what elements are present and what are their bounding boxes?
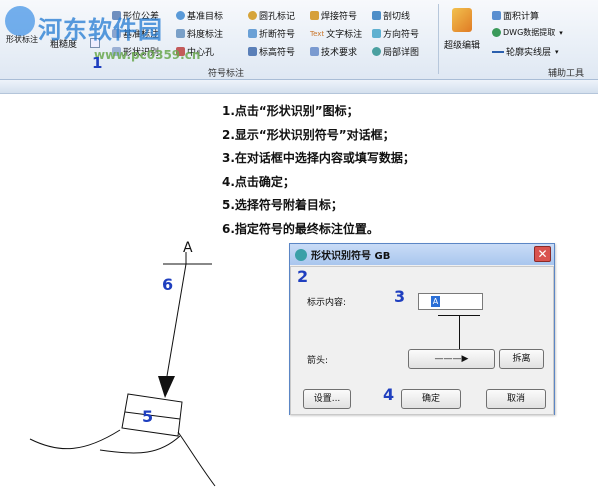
dropdown-arrow-icon: ▾ [555,47,559,56]
separate-button[interactable]: 拆离 [499,349,544,369]
watermark-logo-icon [5,6,35,36]
part-contour-left [29,429,121,450]
super-edit-button[interactable]: 超级编辑 [444,38,480,51]
tech-requirement-button[interactable]: 技术要求 [310,45,357,58]
direction-icon [372,29,381,38]
direction-symbol-button[interactable]: 方向符号 [372,27,419,40]
hole-mark-label: 圆孔标记 [259,12,296,22]
tech-requirement-icon [310,47,319,56]
dwg-extract-icon [492,28,501,37]
section-line-icon [372,11,381,20]
dialog-app-icon [295,248,307,261]
hole-mark-icon [248,11,257,20]
elevation-symbol-button[interactable]: 标高符号 [248,45,295,58]
ok-button[interactable]: 确定 [401,389,461,409]
callout-2: 2 [297,267,309,286]
text-annotate-button[interactable]: Text 文字标注 [310,27,363,41]
datum-target-label: 基准目标 [187,12,224,22]
shape-identify-dialog: 形状识别符号 GB ✕ 2 标示内容: 3 A 箭头: ———▶ 拆离 设置..… [289,243,555,415]
callout-5: 5 [142,407,154,426]
symbol-letter: A [183,240,193,256]
elevation-symbol-label: 标高符号 [259,48,296,58]
slope-icon [176,29,185,38]
area-calc-icon [492,11,501,20]
text-icon: Text [310,29,325,38]
callout-6: 6 [162,275,174,294]
callout-1: 1 [92,54,103,72]
dropdown-arrow-icon: ▾ [559,28,563,37]
dialog-title: 形状识别符号 GB [311,251,391,262]
datum-target-button[interactable]: 基准目标 [176,9,223,22]
break-symbol-label: 折断符号 [259,30,296,40]
watermark-url: www.pc0359.cn [94,48,201,62]
outline-layer-button[interactable]: 轮廓实线层 ▾ [492,45,559,58]
outline-layer-label: 轮廓实线层 [506,48,552,58]
weld-symbol-label: 焊接符号 [321,12,358,22]
datum-target-icon [176,11,185,20]
shape-annotate-label: 形状标注 [6,35,38,44]
content-value: A [431,296,440,307]
slope-annotate-button[interactable]: 斜度标注 [176,27,223,40]
content-input[interactable]: A [418,293,483,310]
super-edit-icon [452,8,472,32]
detail-view-button[interactable]: 局部详图 [372,45,419,58]
settings-button[interactable]: 设置... [303,389,351,409]
ribbon-toolbar: 形状标注 粗糙度 形位公差 基准标注 形状识别 基准目标 斜度标注 中心孔 圆孔… [0,0,598,80]
leader-arrow-icon [158,376,175,398]
detail-view-icon [372,47,381,56]
callout-4: 4 [383,385,395,404]
section-line-label: 剖切线 [383,12,411,22]
callout-3: 3 [394,287,406,306]
part-contour-right [177,431,216,487]
super-edit-label: 超级编辑 [444,41,481,51]
break-symbol-button[interactable]: 折断符号 [248,27,295,40]
weld-symbol-button[interactable]: 焊接符号 [310,9,357,22]
shape-annotate-button[interactable]: 形状标注 [6,34,38,45]
arrow-label: 箭头: [307,356,329,366]
ribbon-separator [438,4,439,74]
hole-mark-button[interactable]: 圆孔标记 [248,9,295,22]
weld-icon [310,11,319,20]
direction-symbol-label: 方向符号 [383,30,420,40]
outline-layer-icon [492,50,504,53]
dwg-extract-button[interactable]: DWG数据提取 ▾ [492,27,563,38]
symbol-annotate-group-label: 符号标注 [208,69,245,79]
dialog-body: 2 标示内容: 3 A 箭头: ———▶ 拆离 设置... 4 确定 取消 [290,266,554,415]
break-symbol-icon [248,29,257,38]
section-line-button[interactable]: 剖切线 [372,9,410,22]
area-calc-label: 面积计算 [503,12,540,22]
dialog-titlebar[interactable]: 形状识别符号 GB ✕ [290,244,554,265]
slope-annotate-label: 斜度标注 [187,30,224,40]
watermark-title: 河东软件园 [38,16,163,44]
arrow-style-button[interactable]: ———▶ [408,349,495,369]
tech-requirement-label: 技术要求 [321,48,358,58]
dwg-extract-label: DWG数据提取 [503,28,556,37]
aux-tools-group-label: 辅助工具 [548,69,585,79]
ribbon-bottom-strip [0,80,598,94]
content-label: 标示内容: [307,298,347,308]
elevation-icon [248,47,257,56]
cancel-button[interactable]: 取消 [486,389,546,409]
close-icon[interactable]: ✕ [534,246,551,262]
text-annotate-label: 文字标注 [326,30,363,40]
area-calc-button[interactable]: 面积计算 [492,9,539,22]
detail-view-label: 局部详图 [383,48,420,58]
part-contour-bottom [99,435,181,454]
